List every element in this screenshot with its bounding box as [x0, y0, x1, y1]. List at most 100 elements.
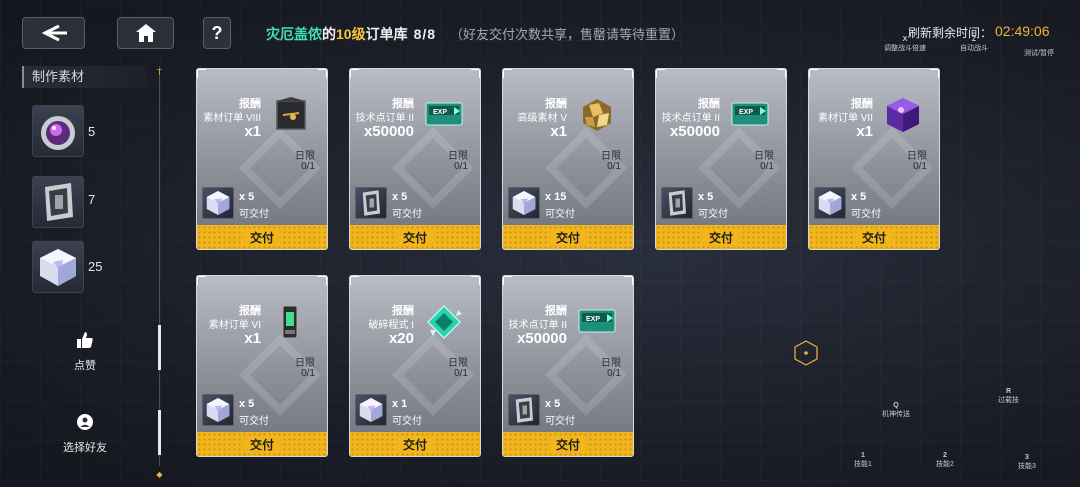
deliver-button[interactable]: 交付 [503, 432, 633, 456]
keyhint-skill2[interactable]: 2 技能2 [936, 452, 954, 469]
card-corner [809, 69, 818, 78]
reward-quantity: x1 [244, 330, 261, 347]
reward-quantity: x50000 [363, 123, 414, 140]
deliver-label: 交付 [243, 228, 280, 246]
order-card[interactable]: 报酬 素材订单 VII x1 日限 0/1 x 5 可交付 交付 [808, 68, 940, 250]
keyhint-auto[interactable]: Z 自动战斗 [960, 36, 988, 53]
daily-limit-value: 0/1 [301, 368, 315, 379]
daily-limit-label: 日限 [448, 358, 468, 369]
deliver-button[interactable]: 交付 [197, 432, 327, 456]
purple-cube-icon[interactable] [883, 95, 923, 135]
required-item[interactable] [661, 187, 693, 219]
keyhint-pause[interactable]: 测试/暂停 [1024, 48, 1054, 58]
keyhint-overload[interactable]: R 过载技 [998, 388, 1019, 405]
exp-ticket-icon[interactable]: EXP [730, 95, 770, 135]
sidebar-scroll-rail[interactable] [159, 66, 160, 466]
tech-chip-icon [515, 397, 533, 423]
card-corner [930, 69, 939, 78]
required-item[interactable] [202, 187, 234, 219]
keyhint-skill3[interactable]: 3 技能3 [1018, 454, 1036, 471]
keyhint-speed[interactable]: X 调整战斗倍速 [884, 36, 926, 53]
back-button[interactable] [22, 17, 85, 49]
order-card[interactable]: 报酬 技术点订单 II x50000 EXP 日限 0/1 x 5 可交付 交付 [349, 68, 481, 250]
required-quantity: x 5 [545, 398, 561, 410]
home-button[interactable] [117, 17, 174, 49]
required-item[interactable] [355, 187, 387, 219]
deliverable-status: 可交付 [545, 209, 575, 220]
deliverable-status: 可交付 [392, 416, 422, 427]
gold-ore-icon[interactable] [577, 95, 617, 135]
reward-name: 素材订单 VIII [203, 113, 261, 124]
daily-limit-value: 0/1 [607, 161, 621, 172]
required-item[interactable] [508, 394, 540, 426]
home-icon [135, 24, 156, 42]
daily-limit-label: 日限 [601, 151, 621, 162]
order-card[interactable]: 报酬 高级素材 Vx1 日限 0/1 x 15 可交付 交付 [502, 68, 634, 250]
keyhint-teleport[interactable]: Q 机神传送 [882, 402, 910, 419]
title-npc-name: 灾厄盖侬 [266, 26, 322, 42]
material-item[interactable] [32, 105, 84, 157]
reward-name: 素材订单 VI [208, 320, 261, 331]
required-item[interactable] [508, 187, 540, 219]
card-corner [318, 69, 327, 78]
reward-name: 破碎程式 I [368, 320, 414, 331]
order-card[interactable]: 报酬 素材订单 VIII x1 日限 0/1 x 5 可交付 交付 [196, 68, 328, 250]
required-quantity: x 5 [392, 191, 408, 203]
keyhint-skill1[interactable]: 1 技能1 [854, 452, 872, 469]
like-button[interactable]: 点赞 [60, 330, 110, 373]
like-label: 点赞 [74, 360, 96, 372]
deliverable-status: 可交付 [239, 416, 269, 427]
material-count: 5 [88, 124, 96, 139]
order-card[interactable]: 报酬 技术点订单 II x50000 EXP 日限 0/1 x 5 可交付 交付 [655, 68, 787, 250]
required-item[interactable] [355, 394, 387, 426]
deliverable-status: 可交付 [545, 416, 575, 427]
select-friend-button[interactable]: 选择好友 [60, 412, 110, 455]
material-item[interactable] [32, 176, 84, 228]
card-corner [350, 69, 359, 78]
required-item[interactable] [202, 394, 234, 426]
order-card[interactable]: 报酬 技术点订单 II x50000 EXP 日限 0/1 x 5 可交付 交付 [502, 275, 634, 457]
reward-name: 技术点订单 II [661, 113, 720, 124]
dark-box-icon[interactable] [271, 95, 311, 135]
sidebar-scroll-thumb-2[interactable] [158, 410, 161, 455]
hexagon-marker-icon[interactable] [793, 340, 819, 366]
deliver-button[interactable]: 交付 [503, 225, 633, 249]
card-corner [503, 69, 512, 78]
daily-limit-label: 日限 [295, 151, 315, 162]
back-arrow-icon [41, 24, 67, 42]
order-card[interactable]: 报酬 破碎程式 Ix20 日限 0/1 x 1 可交付 交付 [349, 275, 481, 457]
friend-label: 选择好友 [63, 442, 107, 454]
title-level: 10级 [336, 26, 366, 42]
card-corner [777, 69, 786, 78]
card-corner [350, 276, 359, 285]
reward-quantity: x1 [856, 123, 873, 140]
deliverable-status: 可交付 [851, 209, 881, 220]
deliver-button[interactable]: 交付 [350, 225, 480, 249]
help-button[interactable]: ? [203, 17, 231, 49]
required-quantity: x 1 [392, 398, 408, 410]
required-quantity: x 5 [239, 191, 255, 203]
exp-ticket-icon[interactable]: EXP [424, 95, 464, 135]
deliverable-status: 可交付 [698, 209, 728, 220]
required-item[interactable] [814, 187, 846, 219]
sidebar-scroll-thumb[interactable] [158, 325, 161, 370]
refresh-timer: 02:49:06 [995, 23, 1050, 39]
crystal-cube-icon [512, 191, 536, 215]
deliver-button[interactable]: 交付 [197, 225, 327, 249]
teal-shard-icon[interactable] [424, 302, 464, 342]
reward-name: 高级素材 V [517, 113, 567, 124]
reward-quantity: x50000 [669, 123, 720, 140]
purple-orb-icon [41, 116, 75, 150]
crystal-cube-icon [40, 249, 76, 286]
material-item[interactable] [32, 241, 84, 293]
deliver-button[interactable]: 交付 [350, 432, 480, 456]
materials-section-title: 制作素材 [22, 66, 147, 88]
exp-ticket-icon[interactable]: EXP [577, 302, 617, 342]
rail-top-cap: T [157, 68, 162, 77]
title-rest: 订单库 [365, 26, 408, 42]
order-card[interactable]: 报酬 素材订单 VI x1 日限 0/1 x 5 可交付 交付 [196, 275, 328, 457]
card-corner [656, 69, 665, 78]
green-device-icon[interactable] [271, 302, 311, 342]
deliver-button[interactable]: 交付 [656, 225, 786, 249]
deliver-button[interactable]: 交付 [809, 225, 939, 249]
